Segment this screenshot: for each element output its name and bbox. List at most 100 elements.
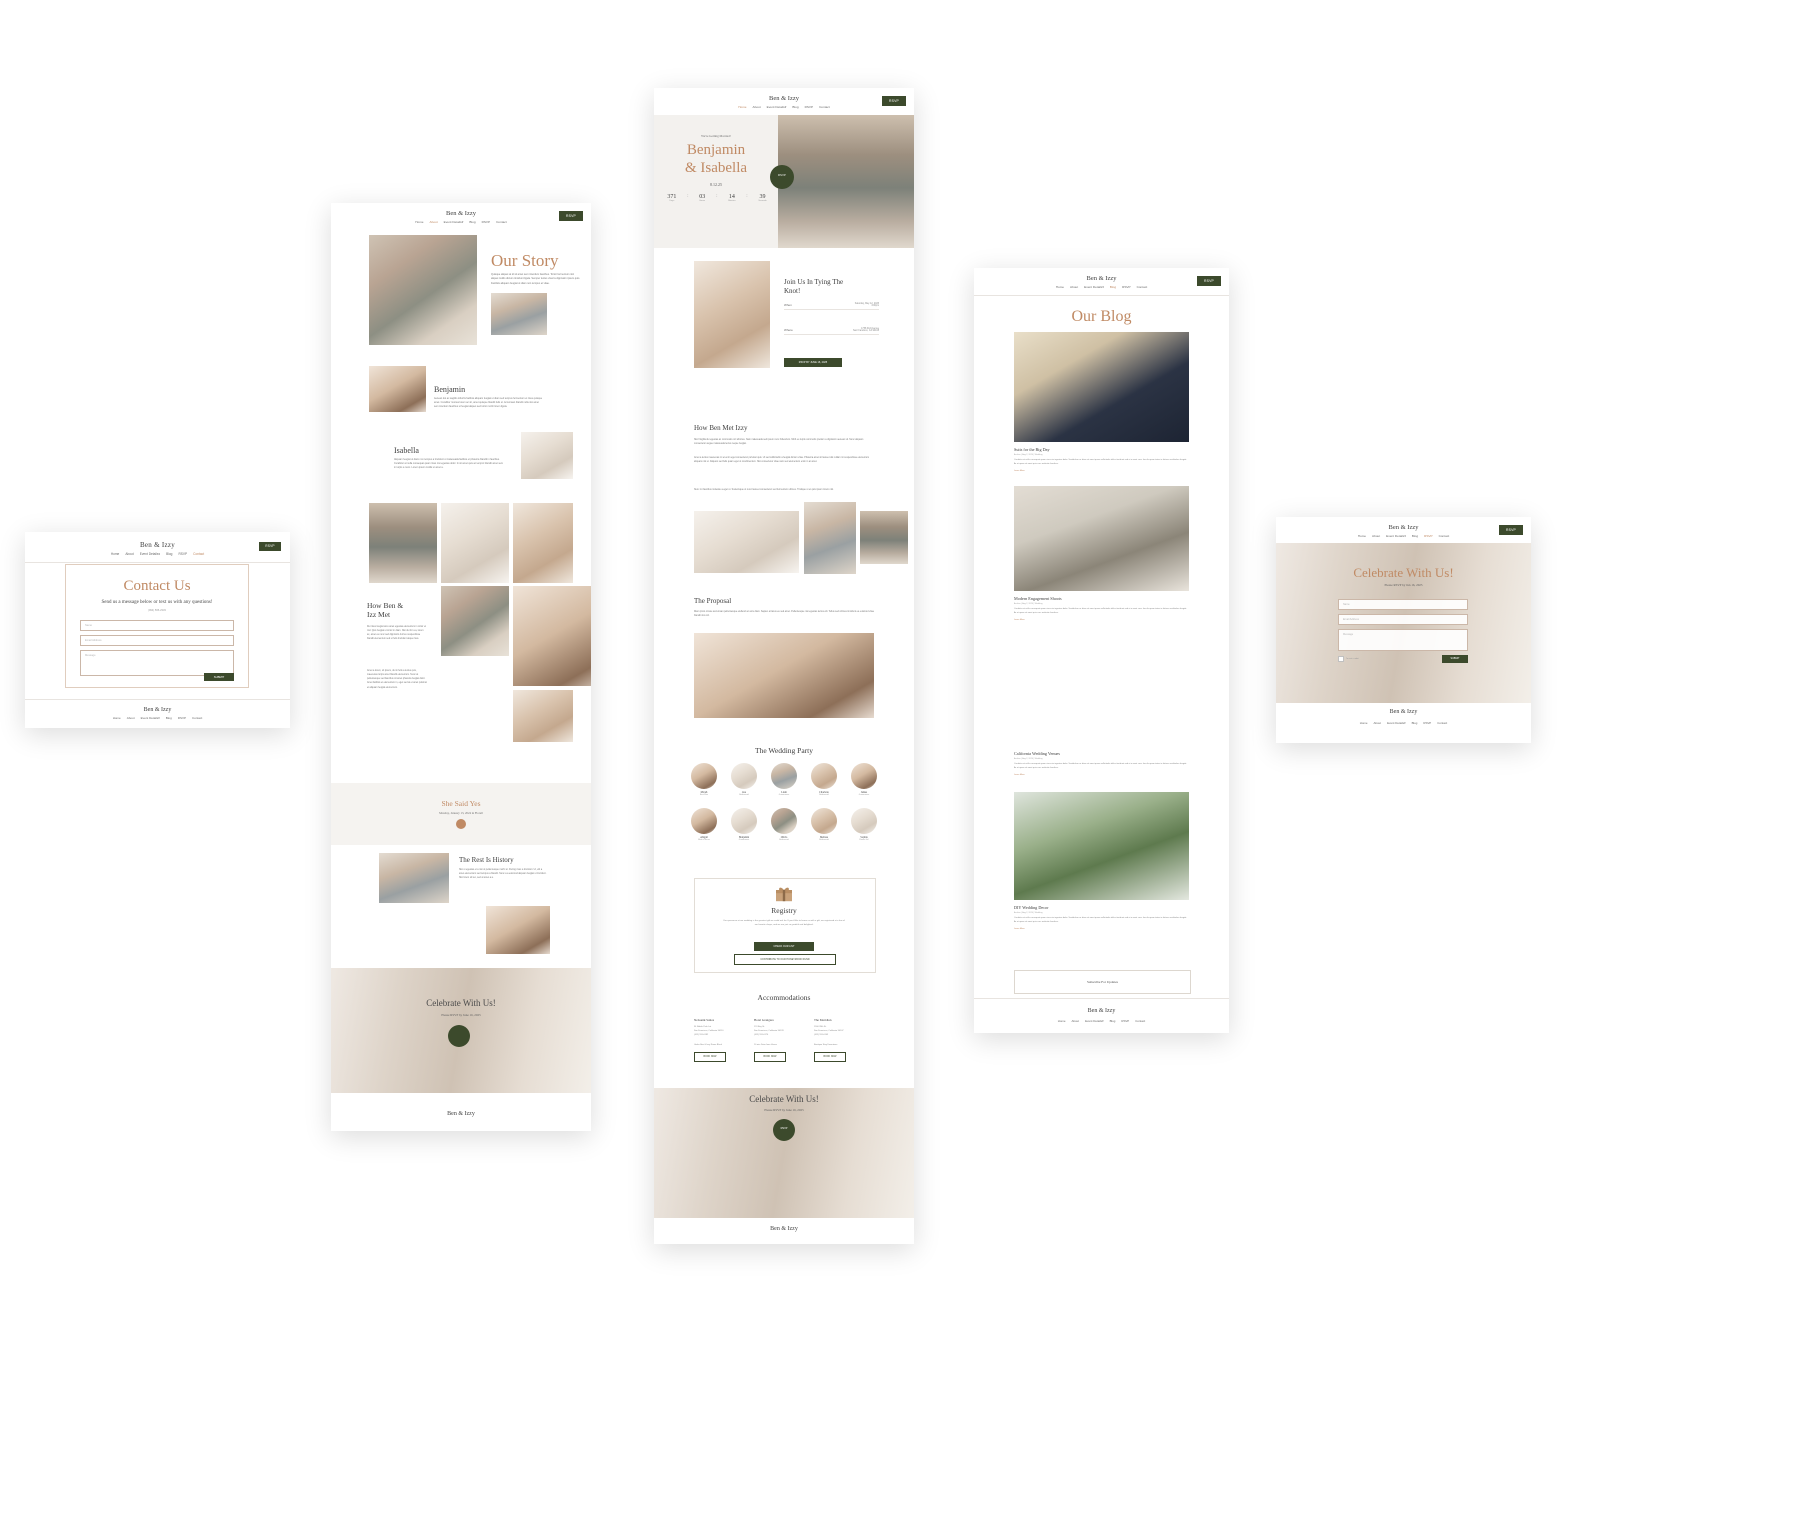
hero-rsvp-badge[interactable] (770, 165, 794, 189)
page-contact[interactable]: Ben & Izzy Home About Event Details▾ Blo… (25, 532, 290, 728)
nav-item-about[interactable]: About (1372, 534, 1380, 538)
main-nav[interactable]: Home About Event Details▾ Blog RSVP Cont… (1276, 534, 1531, 538)
page-home[interactable]: Ben & Izzy Home About Event Details▾ Blo… (654, 88, 914, 1244)
nav-item-home[interactable]: Home (111, 552, 120, 556)
main-nav[interactable]: Home About Event Details▾ Blog RSVP Cont… (974, 285, 1229, 289)
nav-item-contact[interactable]: Contact (496, 220, 507, 224)
captcha-checkbox[interactable]: I'm not a robot (1338, 656, 1359, 662)
nav-item-blog[interactable]: Blog (792, 105, 798, 109)
nav-item-rsvp[interactable]: RSVP (1424, 534, 1432, 538)
brand-logo[interactable]: Ben & Izzy (1276, 524, 1531, 531)
captcha-row[interactable]: I'm not a robot SUBMIT (1338, 655, 1468, 663)
nav-item-contact[interactable]: Contact (193, 552, 204, 556)
nav-item-home[interactable]: Home (1056, 285, 1064, 289)
submit-button[interactable]: SUBMIT (204, 673, 234, 681)
nav-item-event-details[interactable]: Event Details▾ (140, 552, 160, 556)
footer-nav-blog[interactable]: Blog (166, 716, 172, 720)
footer-nav[interactable]: Home About Event Details▾ Blog RSVP Cont… (1276, 721, 1531, 725)
name-input[interactable]: Name (80, 620, 234, 631)
registry-secondary-button[interactable]: CONTRIBUTE TO OUR HONEYMOON FUND (734, 954, 836, 965)
footer-nav[interactable]: Home About Event Details▾ Blog RSVP Cont… (974, 1019, 1229, 1023)
footer-nav-about[interactable]: About (1072, 1019, 1080, 1023)
accommodation-book-button[interactable]: BOOK NOW (754, 1051, 786, 1062)
footer-nav-event-details[interactable]: Event Details▾ (1085, 1019, 1103, 1023)
join-rsvp-cta[interactable]: RSVP BY JUNE 16, 2025 (784, 358, 842, 367)
footer-logo[interactable]: Ben & Izzy (25, 707, 290, 713)
nav-item-event-details[interactable]: Event Details▾ (1386, 534, 1406, 538)
brand-logo[interactable]: Ben & Izzy (654, 95, 914, 102)
brand-logo[interactable]: Ben & Izzy (974, 275, 1229, 282)
footer-nav-contact[interactable]: Contact (1437, 721, 1447, 725)
nav-item-about[interactable]: About (1070, 285, 1078, 289)
footer-nav-rsvp[interactable]: RSVP (1423, 721, 1431, 725)
footer-nav-blog[interactable]: Blog (1412, 721, 1418, 725)
accommodation-book-button[interactable]: BOOK NOW (814, 1051, 846, 1062)
nav-item-blog[interactable]: Blog (1412, 534, 1418, 538)
nav-item-rsvp[interactable]: RSVP (805, 105, 813, 109)
footer-logo[interactable]: Ben & Izzy (1276, 709, 1531, 715)
footer-nav-about[interactable]: About (127, 716, 135, 720)
nav-item-about[interactable]: About (753, 105, 761, 109)
blog-post-title[interactable]: Modern Engagement Shoots (1014, 596, 1189, 601)
blog-post[interactable]: Modern Engagement Shoots Archive | Aug 2… (1014, 486, 1189, 621)
rsvp-button[interactable]: RSVP (559, 211, 583, 221)
celebrate-rsvp-badge[interactable] (773, 1119, 795, 1141)
blog-post-title[interactable]: Suits for the Big Day (1014, 447, 1189, 452)
nav-item-blog[interactable]: Blog (166, 552, 172, 556)
footer-nav-blog[interactable]: Blog (1110, 1019, 1116, 1023)
footer-nav[interactable]: Home About Event Details▾ Blog RSVP Cont… (25, 716, 290, 720)
footer-nav-home[interactable]: Home (1360, 721, 1368, 725)
nav-item-blog[interactable]: Blog (469, 220, 475, 224)
brand-logo[interactable]: Ben & Izzy (25, 541, 290, 549)
registry-primary-button[interactable]: CHECK OUR LIST (754, 942, 814, 951)
submit-button[interactable]: SUBMIT (1442, 655, 1468, 663)
blog-post-link[interactable]: Learn More (1014, 619, 1189, 621)
main-nav[interactable]: Home About Event Details▾ Blog RSVP Cont… (331, 220, 591, 224)
nav-item-event-details[interactable]: Event Details▾ (767, 105, 787, 109)
footer-nav-event-details[interactable]: Event Details▾ (1387, 721, 1405, 725)
nav-item-contact[interactable]: Contact (819, 105, 830, 109)
page-blog[interactable]: Ben & Izzy Home About Event Details▾ Blo… (974, 268, 1229, 1033)
blog-post[interactable]: DIY Wedding Decor Archive | Aug 2, 2024 … (1014, 792, 1189, 930)
subscribe-button[interactable]: Subscribe For Updates (1014, 970, 1191, 994)
blog-post[interactable]: California Wedding Venues Archive | Aug … (1014, 638, 1189, 776)
nav-item-contact[interactable]: Contact (1439, 534, 1450, 538)
footer-nav-home[interactable]: Home (1058, 1019, 1066, 1023)
nav-item-about[interactable]: About (125, 552, 133, 556)
blog-post-title[interactable]: California Wedding Venues (1014, 751, 1189, 756)
nav-item-event-details[interactable]: Event Details▾ (444, 220, 464, 224)
nav-item-event-details[interactable]: Event Details▾ (1084, 285, 1104, 289)
footer-nav-contact[interactable]: Contact (192, 716, 202, 720)
email-input[interactable]: Email Address (80, 635, 234, 646)
rsvp-button[interactable]: RSVP (259, 542, 281, 551)
nav-item-home[interactable]: Home (1358, 534, 1366, 538)
nav-item-contact[interactable]: Contact (1137, 285, 1148, 289)
nav-item-home[interactable]: Home (738, 105, 746, 109)
rsvp-button[interactable]: RSVP (1197, 276, 1221, 286)
blog-post-link[interactable]: Learn More (1014, 774, 1189, 776)
checkbox-icon[interactable] (1338, 656, 1344, 662)
brand-logo[interactable]: Ben & Izzy (331, 210, 591, 217)
blog-post[interactable]: Suits for the Big Day Archive | Aug 2, 2… (1014, 332, 1189, 472)
nav-item-about[interactable]: About (430, 220, 438, 224)
page-rsvp[interactable]: Ben & Izzy Home About Event Details▾ Blo… (1276, 517, 1531, 743)
footer-nav-rsvp[interactable]: RSVP (178, 716, 186, 720)
email-input[interactable]: Email Address (1338, 614, 1468, 625)
main-nav[interactable]: Home About Event Details▾ Blog RSVP Cont… (25, 552, 290, 556)
celebrate-rsvp-badge[interactable] (448, 1025, 470, 1047)
nav-item-blog[interactable]: Blog (1110, 285, 1116, 289)
nav-item-home[interactable]: Home (415, 220, 423, 224)
rsvp-button[interactable]: RSVP (882, 96, 906, 106)
page-our-story[interactable]: Ben & Izzy Home About Event Details▾ Blo… (331, 203, 591, 1131)
nav-item-rsvp[interactable]: RSVP (482, 220, 490, 224)
footer-logo[interactable]: Ben & Izzy (654, 1226, 914, 1232)
footer-nav-event-details[interactable]: Event Details▾ (141, 716, 160, 720)
rsvp-button[interactable]: RSVP (1499, 525, 1523, 535)
blog-post-link[interactable]: Learn More (1014, 928, 1189, 930)
nav-item-rsvp[interactable]: RSVP (178, 552, 187, 556)
name-input[interactable]: Name (1338, 599, 1468, 610)
accommodation-book-button[interactable]: BOOK NOW (694, 1051, 726, 1062)
nav-item-rsvp[interactable]: RSVP (1122, 285, 1130, 289)
footer-nav-home[interactable]: Home (113, 716, 121, 720)
footer-nav-contact[interactable]: Contact (1135, 1019, 1145, 1023)
